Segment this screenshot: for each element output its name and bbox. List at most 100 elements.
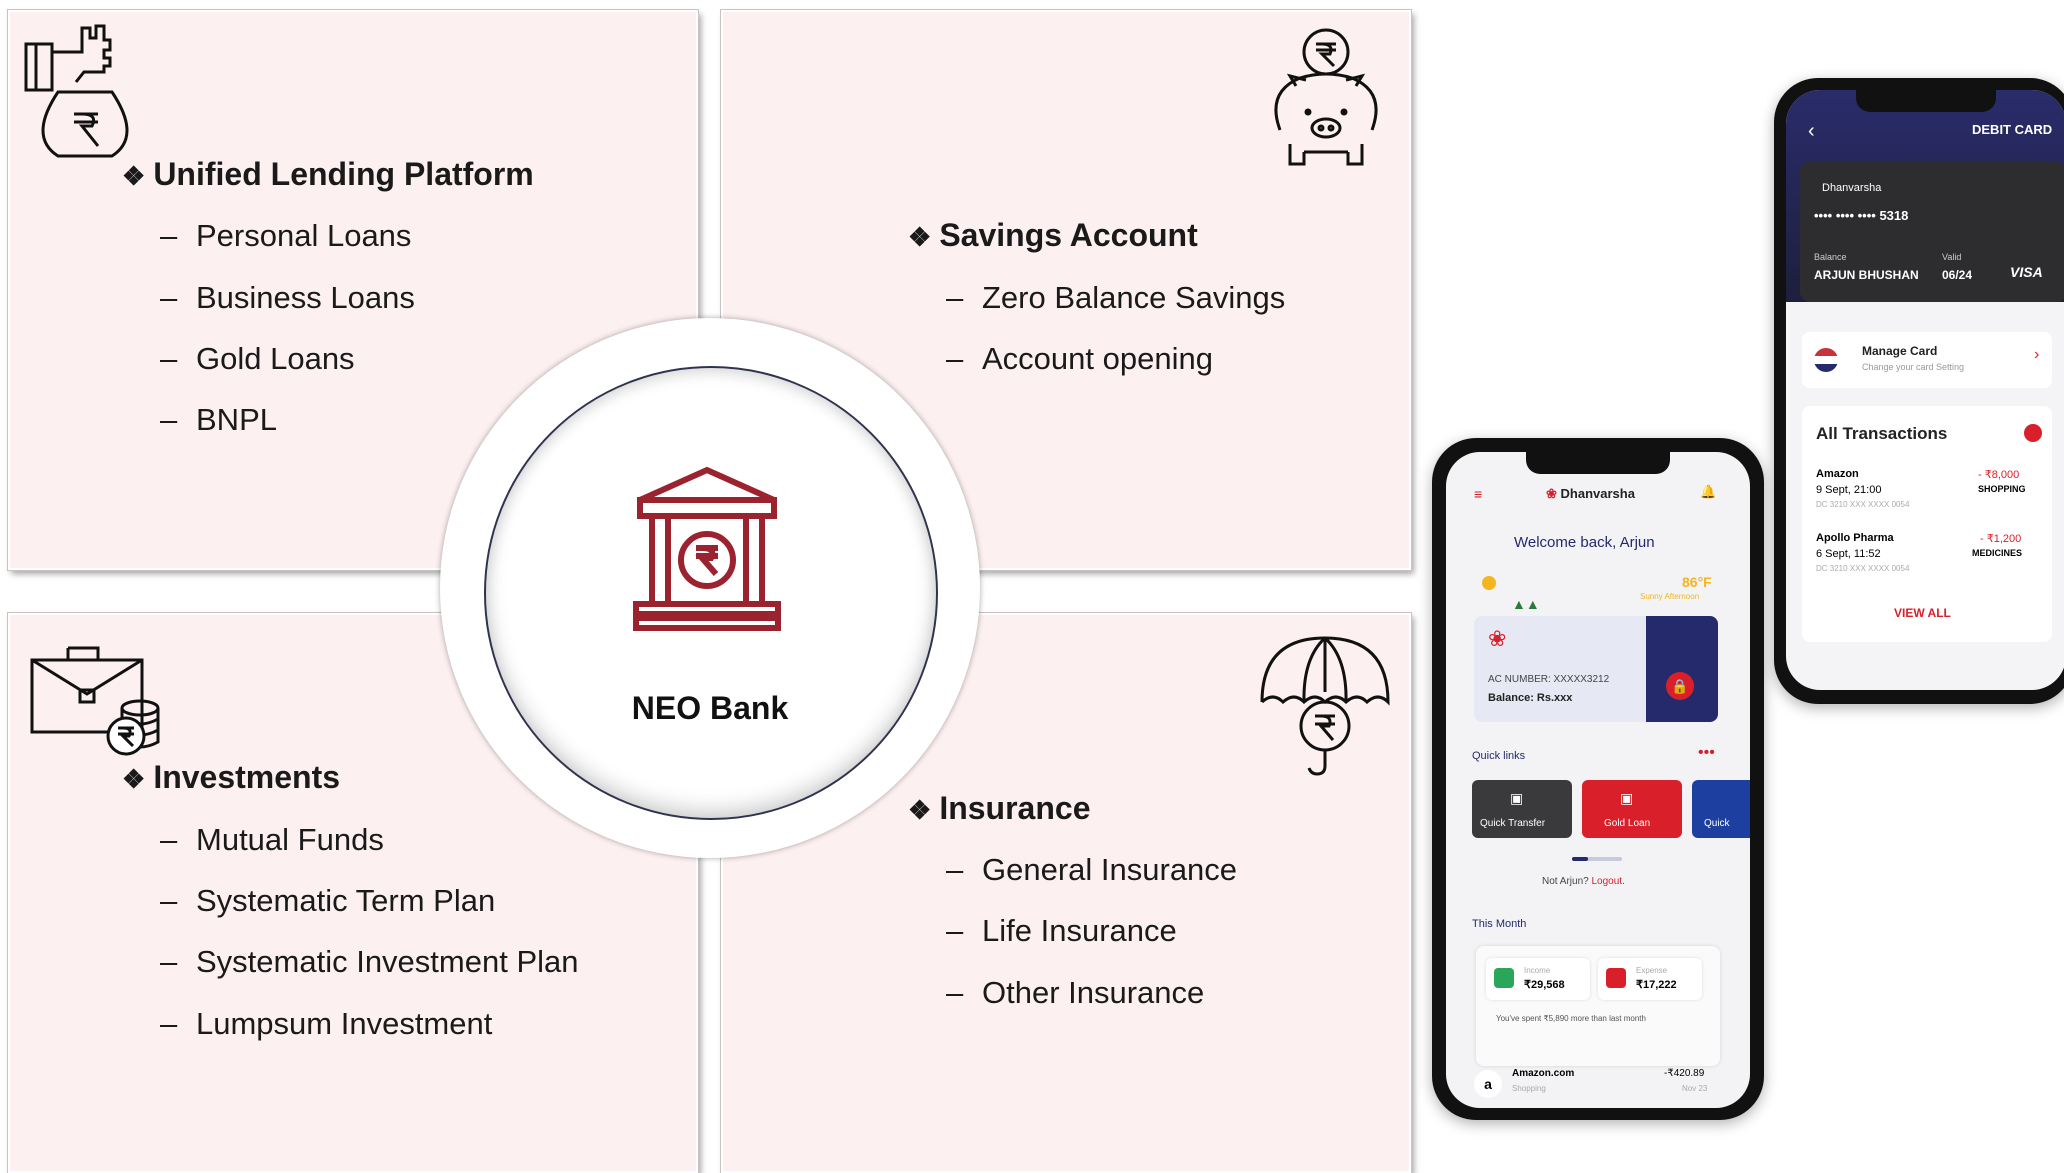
txn-date: 9 Sept, 21:00 [1816, 484, 1882, 496]
manage-card-title: Manage Card [1862, 344, 1938, 358]
back-icon[interactable]: ‹ [1808, 120, 1815, 143]
visa-logo: VISA [2010, 264, 2043, 280]
this-month-label: This Month [1472, 918, 1527, 930]
notch [1526, 452, 1670, 474]
quick-transfer-button[interactable]: ▣ Quick Transfer [1472, 780, 1572, 838]
txn-amount: - ₹8,000 [1978, 469, 2020, 481]
quick-link-label: Quick [1704, 818, 1730, 829]
gold-loan-button[interactable]: ▣ Gold Loan [1582, 780, 1682, 838]
quick-link-label: Quick Transfer [1480, 818, 1546, 829]
quick-button[interactable]: Quick [1692, 780, 1750, 838]
view-all-link[interactable]: VIEW ALL [1894, 606, 1951, 620]
income-icon [1494, 968, 1514, 988]
lending-item: – Business Loans [160, 280, 415, 315]
insurance-item: – General Insurance [946, 852, 1238, 887]
card-valid-label: Valid [1942, 252, 1962, 262]
piggy-bank-icon [1274, 28, 1378, 166]
all-transactions-title: All Transactions [1816, 424, 1948, 443]
bank-icon [633, 466, 781, 631]
summary-card: Income ₹29,568 Expense ₹17,222 You've sp… [1476, 946, 1720, 1066]
not-user-text: Not Arjun? Logout. [1542, 876, 1625, 887]
center-label: NEO Bank [631, 690, 789, 726]
manage-card-row[interactable]: Manage Card Change your card Setting › [1802, 332, 2052, 388]
txn-amount: - ₹1,200 [1980, 533, 2022, 545]
txn-merchant: Amazon [1816, 468, 1859, 480]
income-value: ₹29,568 [1524, 979, 1565, 991]
investments-item: – Systematic Term Plan [160, 883, 496, 918]
card-holder: ARJUN BHUSHAN [1814, 268, 1919, 282]
investments-item: – Lumpsum Investment [160, 1006, 493, 1041]
lock-icon[interactable]: 🔒 [1666, 672, 1694, 700]
notch [1856, 90, 1996, 112]
bullet-icon: ❖ [122, 161, 146, 191]
txn-date: Nov 23 [1682, 1084, 1708, 1093]
txn-category: MEDICINES [1972, 548, 2023, 558]
chevron-right-icon: › [2034, 346, 2040, 363]
txn-card: DC 3210 XXX XXXX 0054 [1816, 500, 1910, 509]
savings-title: ❖ Savings Account [908, 217, 1198, 253]
expense-icon [1606, 968, 1626, 988]
app-brand: ❀ Dhanvarsha [1546, 486, 1635, 501]
amazon-logo-icon: a [1474, 1070, 1502, 1098]
bell-icon[interactable]: 🔔 [1700, 484, 1716, 500]
sun-icon [1482, 576, 1496, 590]
account-card-accent [1646, 616, 1718, 722]
home-screen: ≡ ❀ Dhanvarsha 🔔 Welcome back, Arjun 86°… [1446, 452, 1750, 1108]
txn-date: 6 Sept, 11:52 [1816, 548, 1881, 560]
txn-merchant: Amazon.com [1512, 1068, 1575, 1079]
txn-category: Shopping [1512, 1084, 1546, 1093]
investments-item: – Systematic Investment Plan [160, 944, 579, 979]
lending-item: – Gold Loans [160, 341, 355, 376]
umbrella-rupee-icon [1260, 636, 1390, 776]
investments-item: – Mutual Funds [160, 822, 384, 857]
insurance-title: ❖ Insurance [908, 790, 1091, 826]
debit-card[interactable]: Dhanvarsha •••• •••• •••• 5318 Balance A… [1800, 162, 2064, 302]
welcome-text: Welcome back, Arjun [1514, 534, 1655, 551]
txn-card: DC 3210 XXX XXXX 0054 [1816, 564, 1910, 573]
temperature: 86°F [1682, 574, 1712, 590]
card-number: •••• •••• •••• 5318 [1814, 208, 1909, 223]
insurance-item: – Other Insurance [946, 975, 1205, 1010]
txn-category: SHOPPING [1978, 484, 2026, 494]
lending-title: ❖ Unified Lending Platform [122, 156, 534, 192]
quick-link-label: Gold Loan [1604, 818, 1651, 829]
weather-text: Sunny Afternoon [1640, 592, 1700, 601]
tree-icon: ▲▲ [1512, 596, 1540, 612]
wallet-icon: ▣ [1620, 790, 1634, 806]
account-balance: Balance: Rs.xxx [1488, 692, 1573, 704]
insurance-item: – Life Insurance [946, 913, 1177, 948]
bullet-icon: ❖ [908, 795, 932, 825]
savings-item: – Account opening [946, 341, 1213, 376]
transactions-card: All Transactions Amazon - ₹8,000 9 Sept,… [1802, 406, 2052, 642]
filter-icon[interactable] [2024, 424, 2042, 442]
more-icon[interactable]: ••• [1698, 744, 1715, 762]
debit-card-screen: ‹ DEBIT CARD Dhanvarsha •••• •••• •••• 5… [1786, 90, 2064, 690]
recent-transaction-row[interactable]: a Amazon.com Shopping -₹420.89 Nov 23 [1474, 1064, 1720, 1108]
quick-links-label: Quick links [1472, 750, 1526, 762]
card-brand: Dhanvarsha [1822, 182, 1882, 194]
menu-icon[interactable]: ≡ [1474, 486, 1482, 502]
txn-merchant: Apollo Pharma [1816, 532, 1894, 544]
debit-card-header: DEBIT CARD [1972, 122, 2053, 137]
savings-item: – Zero Balance Savings [946, 280, 1286, 315]
bullet-icon: ❖ [908, 222, 932, 252]
carousel-indicator [1572, 857, 1622, 861]
flower-logo-icon: ❀ [1488, 626, 1507, 651]
expense-box: Expense ₹17,222 [1598, 958, 1702, 1000]
wallet-icon: ▣ [1510, 790, 1524, 806]
card-icon [1814, 348, 1838, 372]
manage-card-sub: Change your card Setting [1862, 362, 1965, 372]
card-valid: 06/24 [1942, 268, 1973, 282]
account-card[interactable]: ❀ AC NUMBER: XXXXX3212 Balance: Rs.xxx 🔒 [1474, 616, 1718, 722]
lending-item: – Personal Loans [160, 218, 412, 253]
investments-title: ❖ Investments [122, 759, 341, 795]
income-label: Income [1524, 966, 1551, 975]
txn-amount: -₹420.89 [1664, 1068, 1705, 1079]
logout-link[interactable]: Logout. [1591, 876, 1624, 887]
bullet-icon: ❖ [122, 764, 146, 794]
account-number: AC NUMBER: XXXXX3212 [1488, 674, 1610, 685]
expense-label: Expense [1636, 966, 1668, 975]
expense-value: ₹17,222 [1636, 979, 1677, 991]
money-bag-icon [24, 24, 129, 158]
lending-item: – BNPL [160, 402, 277, 437]
